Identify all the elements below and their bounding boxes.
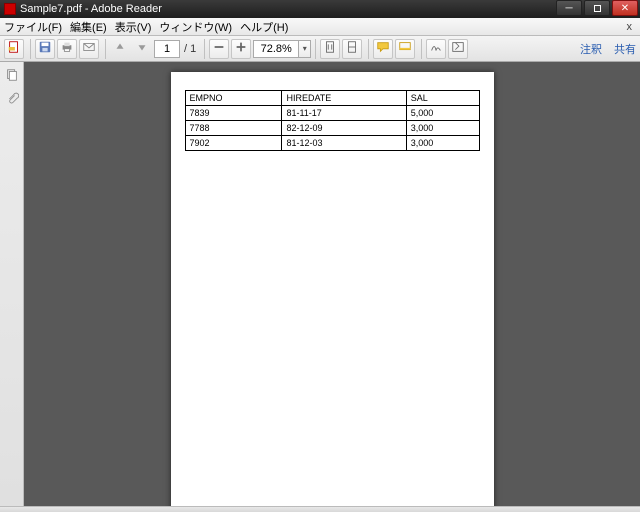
- table-cell: 7839: [185, 106, 282, 121]
- table-cell: 3,000: [406, 121, 479, 136]
- annotate-link[interactable]: 注釈: [580, 41, 602, 57]
- work-area: EMPNO HIREDATE SAL 7839 81-11-17 5,000 7…: [0, 62, 640, 506]
- read-mode-icon: [451, 40, 465, 57]
- minus-icon: [212, 40, 226, 57]
- thumbnails-icon: [5, 68, 19, 85]
- comment-button[interactable]: [373, 39, 393, 59]
- col-header: SAL: [406, 91, 479, 106]
- plus-icon: [234, 40, 248, 57]
- window-controls: ─ ✕: [554, 0, 638, 18]
- table-cell: 81-11-17: [282, 106, 406, 121]
- menubar: ファイル(F) 編集(E) 表示(V) ウィンドウ(W) ヘルプ(H) x: [0, 18, 640, 36]
- menu-edit[interactable]: 編集(E): [70, 19, 107, 35]
- toolbar: / 1 ▾ 注釈 共有: [0, 36, 640, 62]
- separator: [105, 39, 106, 59]
- table-cell: 5,000: [406, 106, 479, 121]
- table-cell: 7902: [185, 136, 282, 151]
- col-header: EMPNO: [185, 91, 282, 106]
- print-icon: [60, 40, 74, 57]
- separator: [368, 39, 369, 59]
- toolbar-right: 注釈 共有: [568, 41, 636, 57]
- page-up-button[interactable]: [110, 39, 130, 59]
- zoom-out-button[interactable]: [209, 39, 229, 59]
- data-table: EMPNO HIREDATE SAL 7839 81-11-17 5,000 7…: [185, 90, 480, 151]
- navpane: [0, 62, 24, 506]
- table-row: 7902 81-12-03 3,000: [185, 136, 479, 151]
- minimize-button[interactable]: ─: [556, 0, 582, 16]
- page-number-input[interactable]: [154, 40, 180, 58]
- fit-page-icon: [323, 40, 337, 57]
- export-pdf-button[interactable]: [4, 39, 24, 59]
- chevron-down-icon: ▾: [303, 44, 307, 53]
- attachments-panel-button[interactable]: [4, 92, 20, 108]
- email-icon: [82, 40, 96, 57]
- window-titlebar: Sample7.pdf - Adobe Reader ─ ✕: [0, 0, 640, 18]
- arrow-up-icon: [113, 40, 127, 57]
- pdf-page: EMPNO HIREDATE SAL 7839 81-11-17 5,000 7…: [171, 72, 494, 506]
- separator: [204, 39, 205, 59]
- separator: [315, 39, 316, 59]
- zoom-in-button[interactable]: [231, 39, 251, 59]
- save-icon: [38, 40, 52, 57]
- table-cell: 3,000: [406, 136, 479, 151]
- menu-file[interactable]: ファイル(F): [4, 19, 62, 35]
- sign-button[interactable]: [426, 39, 446, 59]
- email-button[interactable]: [79, 39, 99, 59]
- fit-page-button[interactable]: [320, 39, 340, 59]
- highlight-icon: [398, 40, 412, 57]
- thumbnails-panel-button[interactable]: [4, 68, 20, 84]
- close-button[interactable]: ✕: [612, 0, 638, 16]
- pdf-icon: [7, 40, 21, 57]
- comment-icon: [376, 40, 390, 57]
- zoom-input[interactable]: [253, 40, 299, 58]
- table-cell: 81-12-03: [282, 136, 406, 151]
- table-cell: 7788: [185, 121, 282, 136]
- page-down-button[interactable]: [132, 39, 152, 59]
- separator: [421, 39, 422, 59]
- col-header: HIREDATE: [282, 91, 406, 106]
- arrow-down-icon: [135, 40, 149, 57]
- paperclip-icon: [5, 92, 19, 109]
- statusbar: [0, 506, 640, 512]
- maximize-button[interactable]: [584, 0, 610, 16]
- menu-help[interactable]: ヘルプ(H): [240, 19, 288, 35]
- table-cell: 82-12-09: [282, 121, 406, 136]
- share-link[interactable]: 共有: [614, 41, 636, 57]
- window-title: Sample7.pdf - Adobe Reader: [20, 3, 554, 15]
- table-row: 7839 81-11-17 5,000: [185, 106, 479, 121]
- fit-width-button[interactable]: [342, 39, 362, 59]
- separator: [30, 39, 31, 59]
- print-button[interactable]: [57, 39, 77, 59]
- table-header-row: EMPNO HIREDATE SAL: [185, 91, 479, 106]
- read-mode-button[interactable]: [448, 39, 468, 59]
- fit-width-icon: [345, 40, 359, 57]
- menu-window[interactable]: ウィンドウ(W): [159, 19, 232, 35]
- menu-view[interactable]: 表示(V): [115, 19, 152, 35]
- save-button[interactable]: [35, 39, 55, 59]
- document-area[interactable]: EMPNO HIREDATE SAL 7839 81-11-17 5,000 7…: [24, 62, 640, 506]
- app-icon: [4, 3, 16, 15]
- menubar-close-doc[interactable]: x: [627, 21, 637, 33]
- zoom-dropdown-button[interactable]: ▾: [299, 40, 311, 58]
- sign-icon: [429, 40, 443, 57]
- table-row: 7788 82-12-09 3,000: [185, 121, 479, 136]
- highlight-button[interactable]: [395, 39, 415, 59]
- page-total-label: / 1: [184, 43, 196, 55]
